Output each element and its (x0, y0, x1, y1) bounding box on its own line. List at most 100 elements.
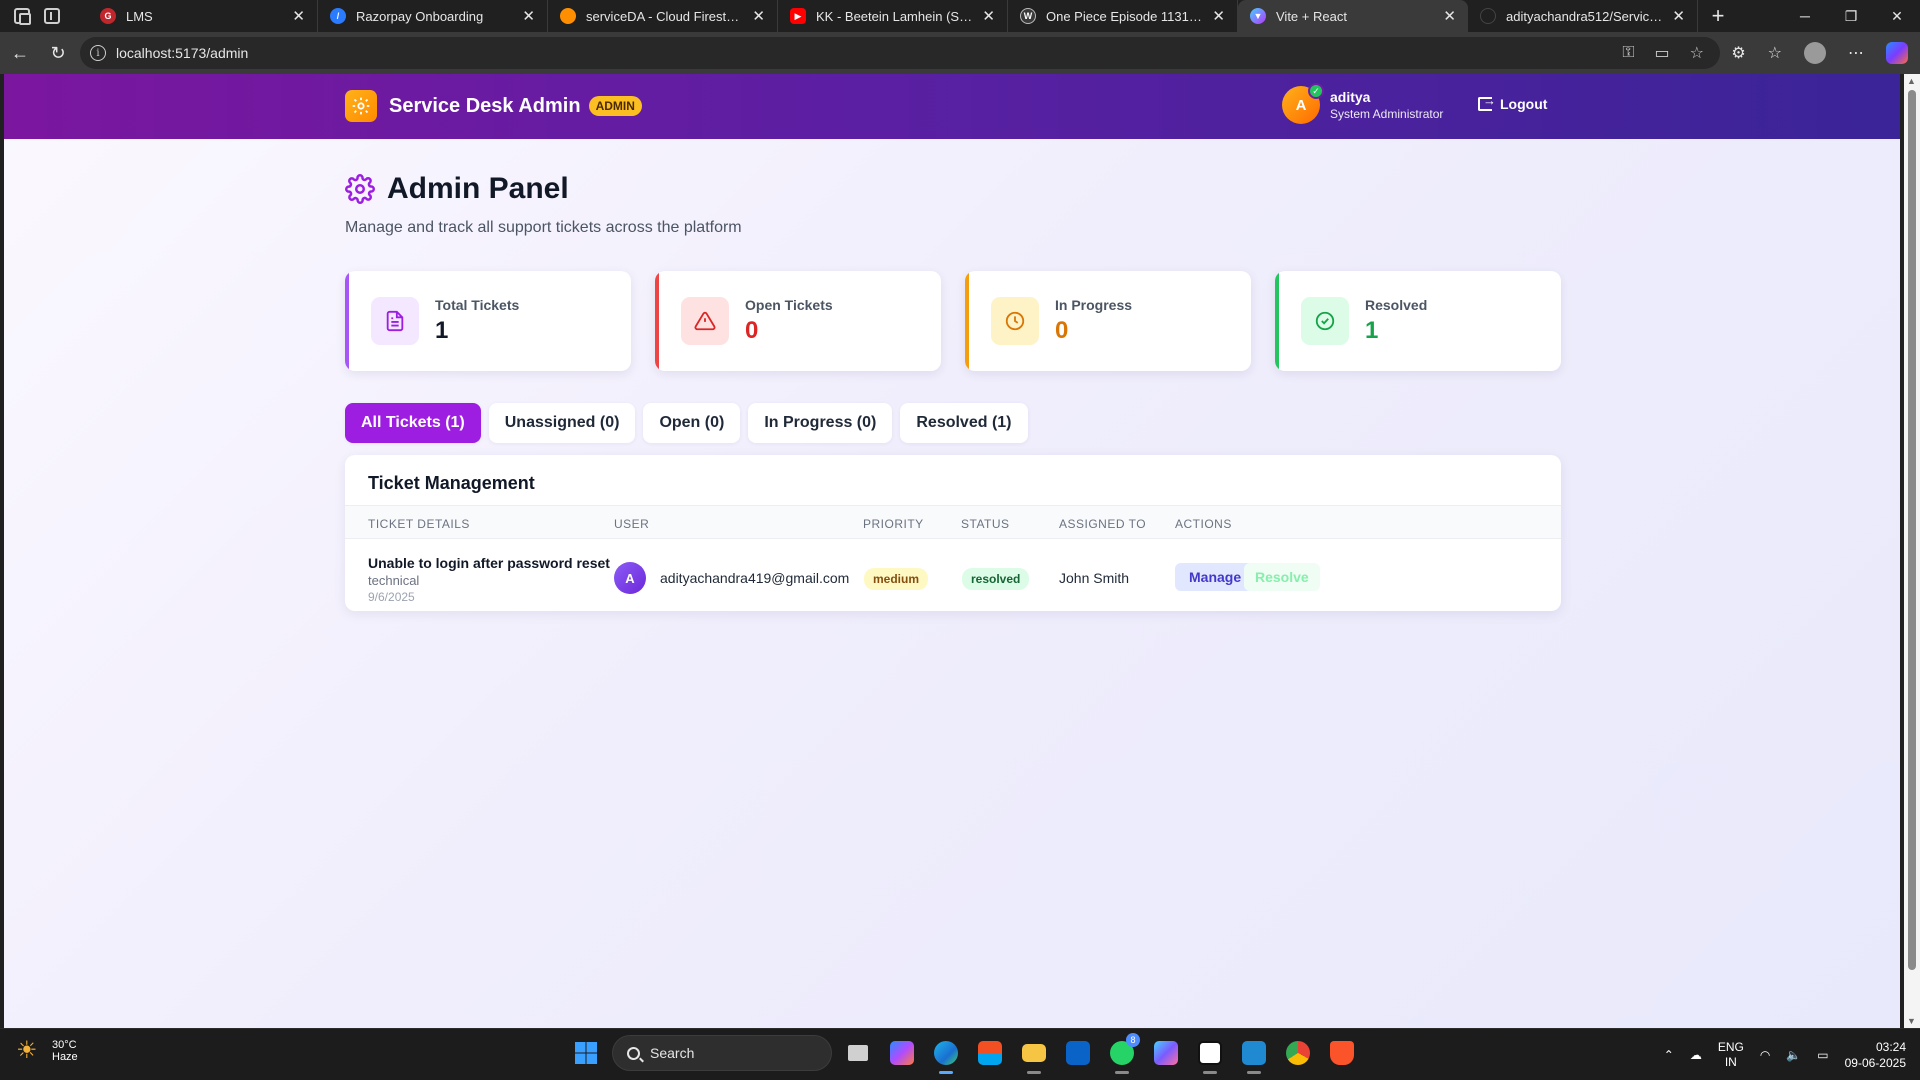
outlook-icon[interactable] (1060, 1035, 1096, 1071)
assignee-name: John Smith (1059, 570, 1130, 586)
favorites-icon[interactable]: ☆ (1768, 43, 1782, 63)
logout-button[interactable]: Logout (1478, 93, 1547, 112)
volume-icon[interactable]: 🔈 (1786, 1048, 1801, 1062)
page-heading: Admin Panel (345, 172, 569, 206)
close-window-icon[interactable]: ✕ (1874, 0, 1920, 32)
check-circle-icon (1301, 297, 1349, 345)
filter-all[interactable]: All Tickets (1) (345, 403, 481, 443)
stat-label: Total Tickets (435, 297, 520, 313)
avatar: A ✓ (1282, 83, 1324, 124)
address-bar[interactable]: i localhost:5173/admin ⚿ ▭ ☆ (80, 37, 1720, 69)
edge-browser-icon[interactable] (928, 1035, 964, 1074)
ticket-date: 9/6/2025 (368, 590, 415, 604)
ticket-title: Unable to login after password reset (368, 555, 610, 571)
browser-tab-active[interactable]: ▼ Vite + React ✕ (1238, 0, 1468, 32)
tab-actions (0, 0, 88, 32)
browser-tab[interactable]: ▶ KK - Beetein Lamhein (Slowed to ✕ (778, 0, 1008, 32)
key-icon[interactable]: ⚿ (1622, 44, 1634, 62)
settings-logo-icon (345, 90, 377, 122)
task-view-icon[interactable] (840, 1035, 876, 1071)
haze-weather-icon: ☀ (16, 1037, 38, 1064)
microsoft-store-icon[interactable] (972, 1035, 1008, 1071)
tab-favicon-icon: W (1020, 8, 1036, 24)
page-scrollbar[interactable]: ▲ ▼ (1904, 74, 1920, 1028)
alert-triangle-icon (681, 297, 729, 345)
browser-tab[interactable]: serviceDA - Cloud Firestore - Da ✕ (548, 0, 778, 32)
browser-tab[interactable]: W One Piece Episode 1131 English ✕ (1008, 0, 1238, 32)
close-tab-icon[interactable]: ✕ (292, 7, 305, 25)
brave-icon[interactable] (1324, 1035, 1360, 1071)
filter-in-progress[interactable]: In Progress (0) (748, 403, 893, 443)
filter-unassigned[interactable]: Unassigned (0) (488, 403, 636, 443)
stat-card-in-progress: In Progress 0 (965, 271, 1251, 371)
ticket-table-card: Ticket Management TICKET DETAILS USER PR… (345, 455, 1561, 611)
site-info-icon[interactable]: i (90, 45, 106, 61)
copilot-icon[interactable] (1886, 42, 1908, 64)
browser-tab[interactable]: G LMS ✕ (88, 0, 318, 32)
chevron-up-icon[interactable]: ⌃ (1664, 1048, 1674, 1062)
system-tray: ⌃ ☁ ENG IN ◠ 🔈 ▭ 03:24 09-06-2025 (1664, 1029, 1906, 1080)
battery-icon[interactable]: ▭ (1817, 1048, 1828, 1062)
reader-mode-icon[interactable]: ▭ (1655, 43, 1670, 63)
start-button[interactable] (568, 1035, 604, 1071)
brand[interactable]: Service Desk Admin ADMIN (345, 90, 642, 122)
resolve-button[interactable]: Resolve (1244, 563, 1320, 591)
scroll-down-icon[interactable]: ▼ (1907, 1016, 1916, 1026)
user-profile[interactable]: A ✓ aditya System Administrator (1282, 83, 1444, 124)
stat-label: Resolved (1365, 297, 1428, 313)
browser-toolbar: ← ↻ i localhost:5173/admin ⚿ ▭ ☆ ⚙ ☆ ⋯ (0, 32, 1920, 74)
language-indicator[interactable]: ENG IN (1718, 1040, 1744, 1070)
close-tab-icon[interactable]: ✕ (982, 7, 995, 25)
status-badge: resolved (962, 568, 1030, 590)
user-role: System Administrator (1330, 107, 1444, 121)
weather-condition: Haze (52, 1051, 78, 1063)
refresh-icon[interactable]: ↻ (40, 35, 76, 71)
chrome-icon[interactable] (1280, 1035, 1316, 1071)
tab-favicon-icon: G (100, 8, 116, 24)
admin-badge: ADMIN (588, 96, 642, 116)
stat-label: Open Tickets (745, 297, 833, 313)
microsoft-365-icon[interactable] (1148, 1035, 1184, 1071)
close-tab-icon[interactable]: ✕ (1212, 7, 1225, 25)
app-title: Service Desk Admin (389, 94, 581, 117)
close-tab-icon[interactable]: ✕ (1672, 7, 1685, 25)
filter-resolved[interactable]: Resolved (1) (900, 403, 1028, 443)
browser-tab[interactable]: / Razorpay Onboarding ✕ (318, 0, 548, 32)
region-code: IN (1724, 1055, 1737, 1069)
restore-icon[interactable]: ❐ (1828, 0, 1874, 32)
page-subtitle: Manage and track all support tickets acr… (345, 219, 742, 236)
scroll-up-icon[interactable]: ▲ (1907, 76, 1916, 86)
url-text: localhost:5173/admin (116, 45, 249, 61)
vite-icon: ▼ (1250, 8, 1266, 24)
tab-title: Vite + React (1276, 8, 1347, 24)
vertical-tabs-icon[interactable] (44, 8, 60, 24)
file-explorer-icon[interactable] (1016, 1035, 1052, 1074)
close-tab-icon[interactable]: ✕ (1443, 7, 1456, 25)
taskbar-search[interactable]: Search (612, 1035, 832, 1071)
tab-favicon-icon: / (330, 8, 346, 24)
close-tab-icon[interactable]: ✕ (522, 7, 535, 25)
new-tab-button[interactable]: + (1698, 3, 1738, 29)
vscode-icon[interactable] (1236, 1035, 1272, 1074)
user-avatar: A (614, 562, 646, 594)
weather-widget[interactable]: ☀ 30°C Haze (16, 1037, 78, 1065)
close-tab-icon[interactable]: ✕ (752, 7, 765, 25)
clock[interactable]: 03:24 09-06-2025 (1845, 1039, 1906, 1071)
more-menu-icon[interactable]: ⋯ (1848, 43, 1864, 63)
github-icon (1480, 8, 1496, 24)
filter-open[interactable]: Open (0) (643, 403, 741, 443)
scroll-thumb[interactable] (1908, 90, 1916, 970)
onedrive-icon[interactable]: ☁ (1690, 1048, 1702, 1062)
stat-card-resolved: Resolved 1 (1275, 271, 1561, 371)
browser-tab[interactable]: adityachandra512/ServiceDA ✕ (1468, 0, 1698, 32)
whatsapp-icon[interactable]: 8 (1104, 1033, 1140, 1074)
notion-icon[interactable] (1192, 1035, 1228, 1074)
back-icon[interactable]: ← (2, 35, 38, 71)
profile-icon[interactable] (1804, 42, 1826, 64)
minimize-icon[interactable]: ─ (1782, 0, 1828, 32)
wifi-icon[interactable]: ◠ (1760, 1048, 1770, 1062)
favorite-star-icon[interactable]: ☆ (1690, 43, 1704, 63)
extensions-icon[interactable]: ⚙ (1731, 43, 1745, 63)
workspaces-icon[interactable] (14, 8, 31, 25)
copilot-app-icon[interactable] (884, 1035, 920, 1071)
